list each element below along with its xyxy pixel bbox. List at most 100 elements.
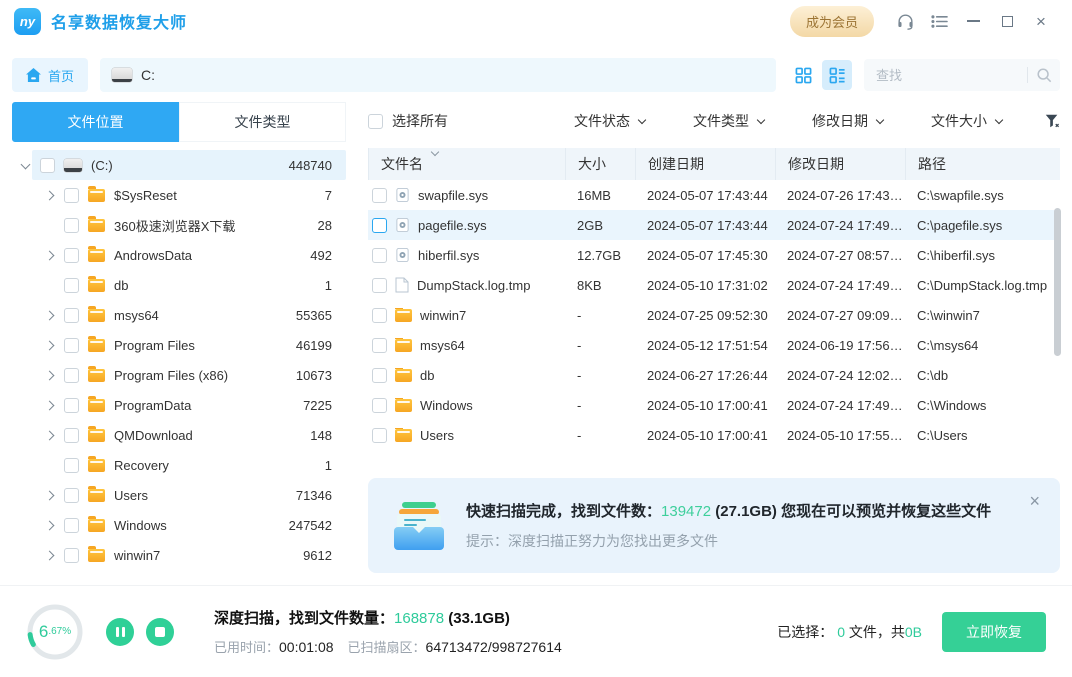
drive-breadcrumb[interactable]: C:	[100, 58, 776, 92]
file-created: 2024-05-10 17:00:41	[635, 398, 775, 413]
tree-item[interactable]: QMDownload 148	[12, 420, 346, 450]
row-checkbox[interactable]	[372, 278, 387, 293]
row-checkbox[interactable]	[372, 428, 387, 443]
expand-chevron-icon[interactable]	[44, 521, 54, 531]
menu-list-icon[interactable]	[922, 6, 956, 36]
col-size[interactable]: 大小	[565, 148, 635, 180]
table-row[interactable]: DumpStack.log.tmp 8KB 2024-05-10 17:31:0…	[368, 270, 1060, 300]
folder-icon	[88, 339, 105, 352]
col-created[interactable]: 创建日期	[635, 148, 775, 180]
expand-chevron-icon[interactable]	[44, 431, 54, 441]
table-row[interactable]: winwin7 - 2024-07-25 09:52:30 2024-07-27…	[368, 300, 1060, 330]
expand-chevron-icon[interactable]	[44, 311, 54, 321]
search-icon[interactable]	[1036, 67, 1052, 83]
tree-item[interactable]: Windows 247542	[12, 510, 346, 540]
expand-chevron-icon[interactable]	[44, 251, 54, 261]
minimize-button[interactable]	[956, 6, 990, 36]
tree-item[interactable]: Recovery 1	[12, 450, 346, 480]
recover-now-button[interactable]: 立即恢复	[942, 612, 1046, 652]
tree-item-checkbox[interactable]	[64, 188, 79, 203]
tree-item[interactable]: db 1	[12, 270, 346, 300]
expand-chevron-icon[interactable]	[44, 371, 54, 381]
tree-item[interactable]: 360极速浏览器X下载 28	[12, 210, 346, 240]
expand-chevron-icon[interactable]	[44, 491, 54, 501]
row-checkbox[interactable]	[372, 188, 387, 203]
filter-funnel-icon[interactable]	[1044, 113, 1060, 129]
tree-item-checkbox[interactable]	[64, 518, 79, 533]
search-input[interactable]	[876, 68, 1019, 83]
tab-file-location[interactable]: 文件位置	[12, 102, 179, 142]
table-row[interactable]: msys64 - 2024-05-12 17:51:54 2024-06-19 …	[368, 330, 1060, 360]
row-checkbox[interactable]	[372, 308, 387, 323]
list-view-button[interactable]	[822, 60, 852, 90]
filter-dropdown[interactable]: 修改日期	[812, 111, 883, 131]
tree-item-checkbox[interactable]	[64, 338, 79, 353]
row-checkbox[interactable]	[372, 248, 387, 263]
expand-chevron-icon[interactable]	[44, 191, 54, 201]
table-row[interactable]: Users - 2024-05-10 17:00:41 2024-05-10 1…	[368, 420, 1060, 450]
file-tree: (C:) 448740 $SysReset 7 360极速浏览器X下载 28 A…	[12, 150, 346, 570]
pause-button[interactable]	[106, 618, 134, 646]
row-checkbox[interactable]	[372, 218, 387, 233]
tree-item[interactable]: Program Files (x86) 10673	[12, 360, 346, 390]
home-button[interactable]: 首页	[12, 58, 88, 92]
become-member-button[interactable]: 成为会员	[790, 6, 874, 37]
expand-chevron-icon[interactable]	[44, 401, 54, 411]
file-modified: 2024-07-26 17:43:17	[775, 188, 905, 203]
tree-item-checkbox[interactable]	[64, 368, 79, 383]
table-row[interactable]: hiberfil.sys 12.7GB 2024-05-07 17:45:30 …	[368, 240, 1060, 270]
tab-file-type[interactable]: 文件类型	[179, 102, 346, 142]
filter-dropdowns: 文件状态 文件类型 修改日期 文件大小	[574, 111, 1002, 131]
select-all-checkbox[interactable]	[368, 114, 383, 129]
tree-item[interactable]: msys64 55365	[12, 300, 346, 330]
tree-item-checkbox[interactable]	[64, 488, 79, 503]
banner-close-icon[interactable]: ×	[1029, 492, 1040, 510]
tree-item-checkbox[interactable]	[64, 428, 79, 443]
col-filename[interactable]: 文件名	[368, 148, 565, 180]
row-checkbox[interactable]	[372, 338, 387, 353]
table-row[interactable]: swapfile.sys 16MB 2024-05-07 17:43:44 20…	[368, 180, 1060, 210]
table-row[interactable]: pagefile.sys 2GB 2024-05-07 17:43:44 202…	[368, 210, 1060, 240]
file-created: 2024-05-07 17:43:44	[635, 218, 775, 233]
expand-chevron-icon[interactable]	[44, 341, 54, 351]
tree-item[interactable]: Users 71346	[12, 480, 346, 510]
filter-dropdown[interactable]: 文件状态	[574, 111, 645, 131]
expand-chevron-icon[interactable]	[20, 159, 30, 169]
expand-chevron-icon[interactable]	[44, 551, 54, 561]
tree-item-label: Users	[114, 488, 287, 503]
tree-item[interactable]: Program Files 46199	[12, 330, 346, 360]
tree-item-checkbox[interactable]	[64, 458, 79, 473]
table-row[interactable]: Windows - 2024-05-10 17:00:41 2024-07-24…	[368, 390, 1060, 420]
close-button[interactable]: ×	[1024, 6, 1058, 36]
grid-view-button[interactable]	[788, 60, 818, 90]
tree-item[interactable]: winwin7 9612	[12, 540, 346, 570]
file-created: 2024-05-10 17:31:02	[635, 278, 775, 293]
row-checkbox[interactable]	[372, 398, 387, 413]
banner-line1: 快速扫描完成，找到文件数：139472 (27.1GB) 您现在可以预览并恢复这…	[466, 500, 991, 521]
row-checkbox[interactable]	[372, 368, 387, 383]
tree-item-checkbox[interactable]	[64, 308, 79, 323]
col-path[interactable]: 路径	[905, 148, 1060, 180]
tree-item-checkbox[interactable]	[64, 278, 79, 293]
tree-item-count: 247542	[289, 518, 332, 533]
support-headset-icon[interactable]	[888, 6, 922, 36]
tree-item-checkbox[interactable]	[64, 548, 79, 563]
tree-item-checkbox[interactable]	[64, 218, 79, 233]
file-name: Windows	[420, 398, 473, 413]
filter-dropdown[interactable]: 文件类型	[693, 111, 764, 131]
tree-item[interactable]: AndrowsData 492	[12, 240, 346, 270]
stop-button[interactable]	[146, 618, 174, 646]
tree-item[interactable]: (C:) 448740	[12, 150, 346, 180]
tree-item[interactable]: $SysReset 7	[12, 180, 346, 210]
vertical-scrollbar[interactable]	[1054, 208, 1061, 356]
tree-item-checkbox[interactable]	[64, 248, 79, 263]
view-toggles	[788, 60, 852, 90]
tree-item-label: AndrowsData	[114, 248, 301, 263]
tree-item-checkbox[interactable]	[40, 158, 55, 173]
filter-dropdown[interactable]: 文件大小	[931, 111, 1002, 131]
table-row[interactable]: db - 2024-06-27 17:26:44 2024-07-24 12:0…	[368, 360, 1060, 390]
tree-item-checkbox[interactable]	[64, 398, 79, 413]
col-modified[interactable]: 修改日期	[775, 148, 905, 180]
maximize-button[interactable]	[990, 6, 1024, 36]
tree-item[interactable]: ProgramData 7225	[12, 390, 346, 420]
